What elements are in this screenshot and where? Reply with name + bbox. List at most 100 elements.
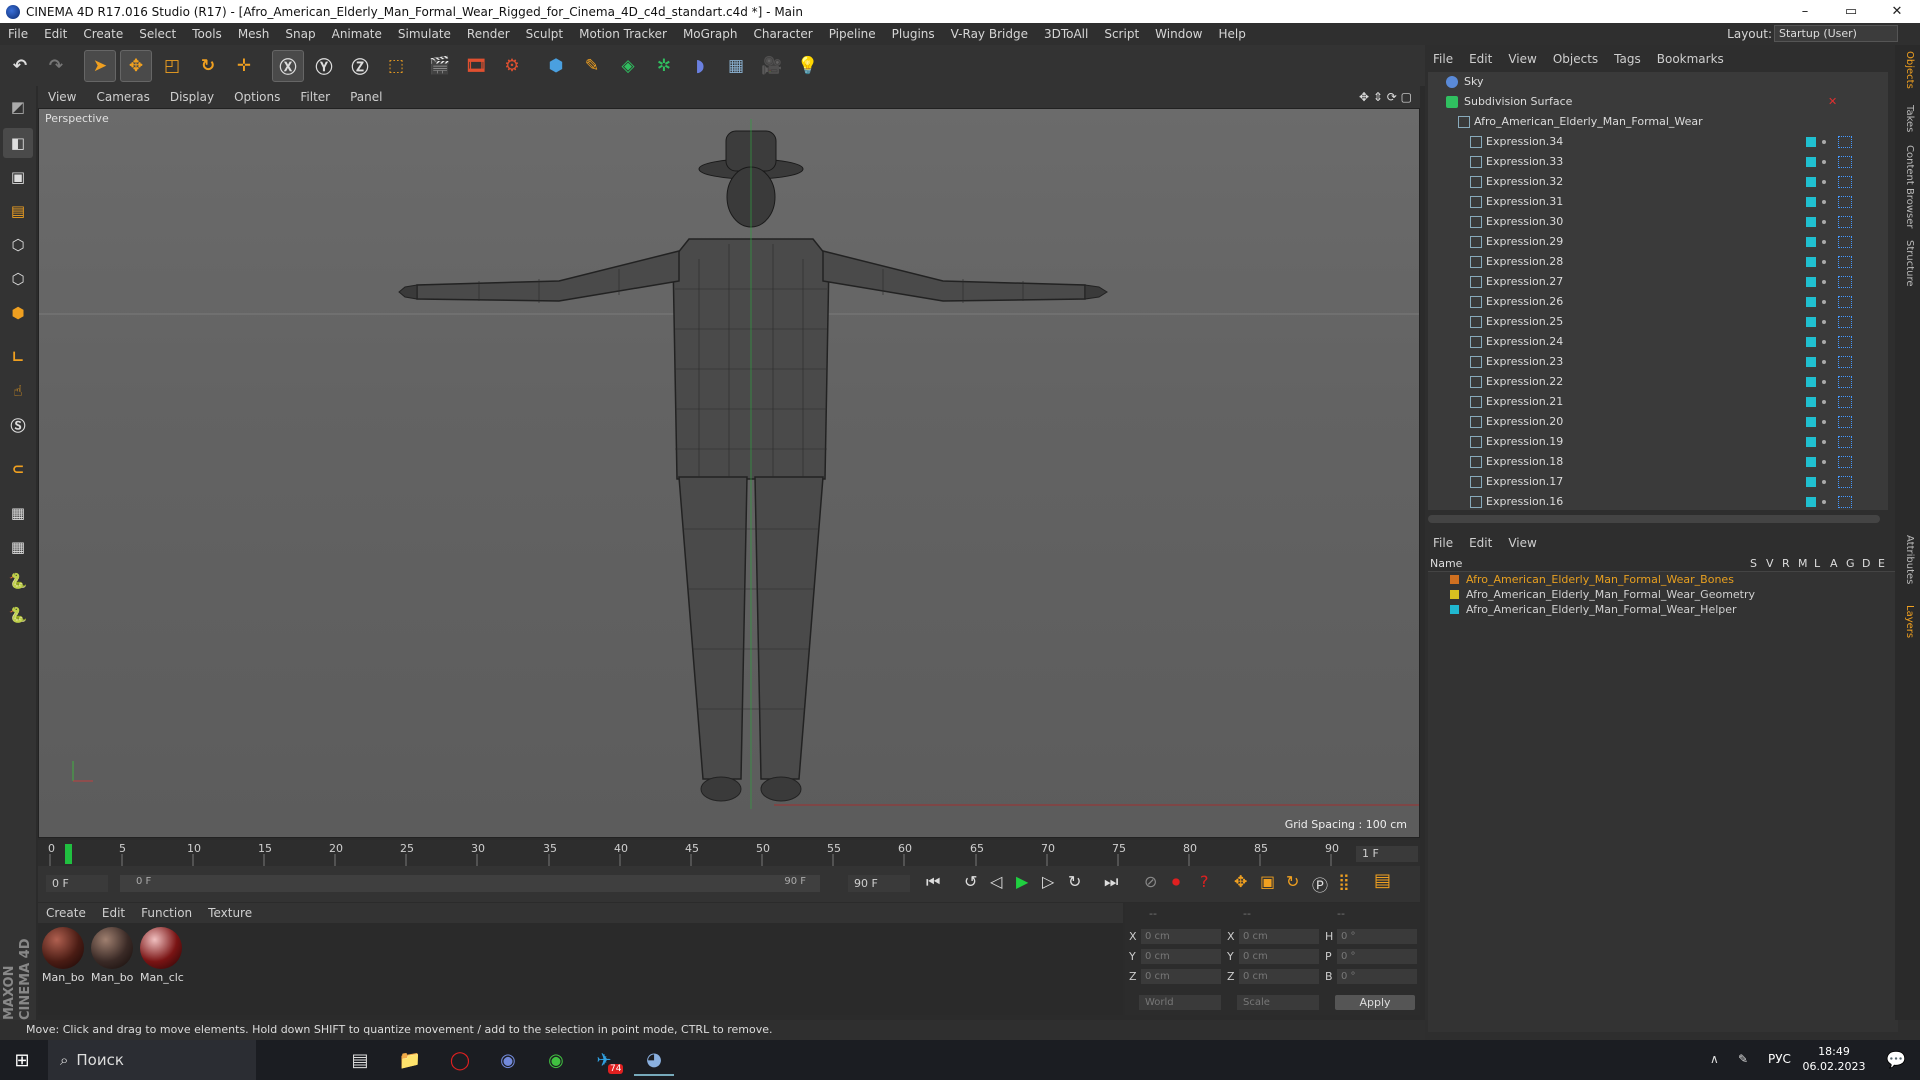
coordinate-system-icon[interactable]: ⬚ [380,50,412,82]
mograph-cloner-icon[interactable]: ✲ [648,50,680,82]
coord-space-dropdown[interactable]: World [1139,995,1221,1010]
make-editable-icon[interactable]: ◩ [3,92,33,122]
menu-snap[interactable]: Snap [277,27,323,41]
cinema4d-taskbar-icon[interactable]: ◕ [634,1044,674,1076]
viewport-menu-display[interactable]: Display [160,90,224,104]
object-row-expression[interactable]: Expression.25 [1428,312,1888,332]
object-row-expression[interactable]: Expression.19 [1428,432,1888,452]
move-tool-icon[interactable]: ✥ [120,49,152,82]
menu-file[interactable]: File [0,27,36,41]
select-tool-icon[interactable]: ➤ [84,49,116,82]
close-button[interactable]: ✕ [1874,0,1920,23]
menu-vray-bridge[interactable]: V-Ray Bridge [943,27,1036,41]
language-indicator[interactable]: РУС [1768,1052,1791,1066]
col-g[interactable]: G [1846,557,1855,570]
coord-mode-dropdown[interactable]: Scale [1237,995,1319,1010]
size-x-field[interactable]: 0 cm [1239,929,1319,944]
live-selection-icon[interactable]: ✛ [228,50,260,82]
material-menu-edit[interactable]: Edit [94,906,133,920]
om-menu-bookmarks[interactable]: Bookmarks [1649,52,1732,66]
workplane-mode-icon[interactable]: ▤ [3,196,33,226]
model-mode-icon[interactable]: ◧ [3,128,33,158]
windows-start-icon[interactable]: ⊞ [2,1044,42,1076]
light-icon[interactable]: 💡 [792,50,824,82]
disabled-x-icon[interactable]: ✕ [1828,92,1837,112]
polygons-mode-icon[interactable]: ⬢ [3,298,33,328]
menu-mesh[interactable]: Mesh [230,27,278,41]
rotation-b-field[interactable]: 0 ° [1337,969,1417,984]
material-menu-texture[interactable]: Texture [200,906,260,920]
layer-row-bones[interactable]: Afro_American_Elderly_Man_Formal_Wear_Bo… [1428,572,1898,587]
timeline-window-icon[interactable]: ▤ [1374,870,1391,891]
material-swatch[interactable]: Man_clc [140,927,184,984]
menu-window[interactable]: Window [1147,27,1210,41]
object-row-expression[interactable]: Expression.17 [1428,472,1888,492]
col-r[interactable]: R [1782,557,1790,570]
menu-script[interactable]: Script [1096,27,1147,41]
z-axis-lock-icon[interactable]: Ⓩ [344,50,376,82]
object-row-expression[interactable]: Expression.34 [1428,132,1888,152]
axis-mode-icon[interactable]: ∟ [3,342,33,372]
current-frame-field[interactable]: 1 F [1356,846,1418,862]
next-key-icon[interactable]: ↻ [1068,872,1081,891]
python-icon[interactable]: 🐍 [3,566,33,596]
col-name[interactable]: Name [1430,557,1462,570]
frame-range-slider[interactable]: 0 F 90 F [120,875,820,892]
object-row-subdivision-surface[interactable]: Subdivision Surface ✕ [1428,92,1888,112]
key-move-icon[interactable]: ✥ [1234,872,1247,891]
object-row-expression[interactable]: Expression.33 [1428,152,1888,172]
rotation-h-field[interactable]: 0 ° [1337,929,1417,944]
menu-pipeline[interactable]: Pipeline [821,27,884,41]
col-s[interactable]: S [1750,557,1757,570]
tab-content-browser[interactable]: Content Browser [1899,145,1915,228]
object-list-hscrollbar[interactable] [1428,515,1880,523]
om-menu-file[interactable]: File [1425,52,1461,66]
key-scale-icon[interactable]: ▣ [1260,872,1275,891]
lock-workplane-icon[interactable]: ▦ [3,498,33,528]
menu-plugins[interactable]: Plugins [884,27,943,41]
python-script-icon[interactable]: 🐍 [3,600,33,630]
key-pla-icon[interactable]: ⣿ [1338,872,1350,891]
viewport-menu-options[interactable]: Options [224,90,290,104]
lm-menu-file[interactable]: File [1425,536,1461,550]
motion-record-icon[interactable]: ⊘ [1144,872,1157,891]
col-v[interactable]: V [1766,557,1774,570]
start-frame-field[interactable]: 0 F [46,875,108,892]
om-menu-edit[interactable]: Edit [1461,52,1500,66]
texture-mode-icon[interactable]: ▣ [3,162,33,192]
tab-takes[interactable]: Takes [1899,105,1915,132]
edges-mode-icon[interactable]: ⬡ [3,264,33,294]
goto-start-icon[interactable]: ⏮ [926,872,940,892]
deformer-icon[interactable]: ◗ [684,50,716,82]
menu-animate[interactable]: Animate [324,27,390,41]
material-menu-function[interactable]: Function [133,906,200,920]
viewport-perspective[interactable]: Perspective Grid Spacing: 100 cm [38,108,1420,838]
tab-attributes[interactable]: Attributes [1899,535,1915,584]
object-row-expression[interactable]: Expression.28 [1428,252,1888,272]
opera-icon[interactable]: ◯ [440,1044,480,1076]
y-axis-lock-icon[interactable]: Ⓨ [308,50,340,82]
menu-mograph[interactable]: MoGraph [675,27,746,41]
om-menu-view[interactable]: View [1500,52,1544,66]
object-row-expression[interactable]: Expression.16 [1428,492,1888,510]
autokey-icon[interactable]: ? [1200,872,1209,891]
viewport-menu-view[interactable]: View [38,90,86,104]
col-e[interactable]: E [1878,557,1885,570]
object-row-expression[interactable]: Expression.22 [1428,372,1888,392]
lm-menu-edit[interactable]: Edit [1461,536,1500,550]
magnet-icon[interactable]: ⊂ [3,454,33,484]
minimize-button[interactable]: – [1782,0,1828,23]
redo-icon[interactable]: ↷ [40,50,72,82]
task-view-icon[interactable]: ▤ [340,1044,380,1076]
spline-pen-icon[interactable]: ✎ [576,50,608,82]
tab-objects[interactable]: Objects [1899,51,1915,89]
object-row-expression[interactable]: Expression.32 [1428,172,1888,192]
cube-primitive-icon[interactable]: ⬢ [540,50,572,82]
object-row-sky[interactable]: Sky [1428,72,1888,92]
tray-chevron-icon[interactable]: ∧ [1710,1052,1719,1066]
position-x-field[interactable]: 0 cm [1141,929,1221,944]
viewport-menu-cameras[interactable]: Cameras [86,90,159,104]
viewport-menu-panel[interactable]: Panel [340,90,392,104]
col-d[interactable]: D [1862,557,1870,570]
menu-render[interactable]: Render [459,27,518,41]
